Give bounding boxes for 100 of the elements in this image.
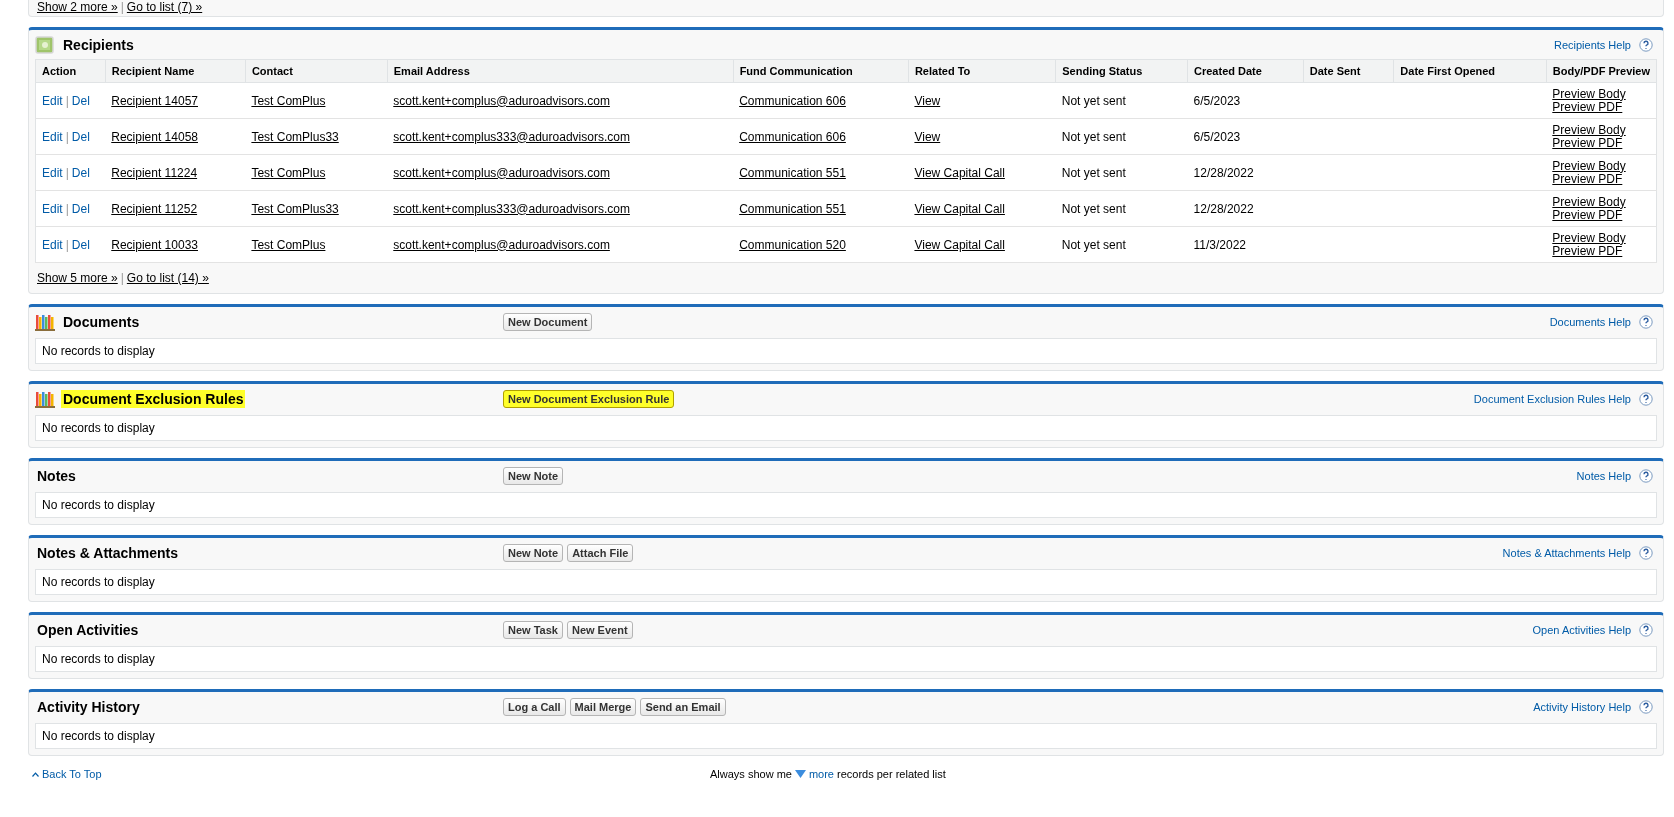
preview-body-link[interactable]: Preview Body bbox=[1552, 123, 1650, 137]
action-button[interactable]: New Note bbox=[503, 466, 564, 485]
related-link[interactable]: View Capital Call bbox=[914, 165, 1005, 180]
contact-link[interactable]: Test ComPlus33 bbox=[251, 129, 339, 144]
action-button[interactable]: Log a Call bbox=[503, 697, 566, 716]
related-link[interactable]: View bbox=[914, 93, 941, 108]
help-link[interactable]: Notes & Attachments Help bbox=[1502, 546, 1631, 559]
help-icon[interactable] bbox=[1639, 391, 1653, 406]
related-link[interactable]: View Capital Call bbox=[914, 237, 1005, 252]
edit-link[interactable]: Edit bbox=[42, 165, 63, 180]
help-icon[interactable] bbox=[1639, 37, 1653, 52]
back-to-top-link[interactable]: Back To Top bbox=[42, 768, 102, 780]
communication-link[interactable]: Communication 606 bbox=[739, 93, 846, 108]
section-title: Documents bbox=[62, 312, 141, 331]
communication-link[interactable]: Communication 551 bbox=[739, 201, 846, 216]
link-separator: | bbox=[65, 237, 69, 252]
communication-link[interactable]: Communication 520 bbox=[739, 237, 846, 252]
edit-link[interactable]: Edit bbox=[42, 129, 63, 144]
help-link[interactable]: Document Exclusion Rules Help bbox=[1473, 392, 1631, 405]
section-title: Document Exclusion Rules bbox=[61, 389, 246, 408]
recipient-link[interactable]: Recipient 14057 bbox=[111, 93, 198, 108]
more-link[interactable]: more bbox=[808, 768, 834, 780]
column-header: Action bbox=[35, 59, 106, 83]
help-icon[interactable] bbox=[1639, 545, 1653, 560]
show-more-link[interactable]: Show 5 more » bbox=[37, 271, 118, 285]
link-separator: | bbox=[120, 0, 124, 14]
date-text: 6/5/2023 bbox=[1193, 129, 1241, 144]
help-icon[interactable] bbox=[1639, 699, 1653, 714]
help-icon[interactable] bbox=[1639, 622, 1653, 637]
preview-body-link[interactable]: Preview Body bbox=[1552, 87, 1650, 101]
delete-link[interactable]: Del bbox=[71, 165, 90, 180]
link-separator: | bbox=[65, 93, 69, 108]
action-button[interactable]: Mail Merge bbox=[569, 697, 637, 716]
recipient-link[interactable]: Recipient 10033 bbox=[111, 237, 198, 252]
action-button[interactable]: New Task bbox=[503, 620, 563, 639]
action-button[interactable]: New Document Exclusion Rule bbox=[503, 389, 675, 408]
contact-link[interactable]: Test ComPlus bbox=[251, 93, 326, 108]
help-link[interactable]: Documents Help bbox=[1549, 315, 1631, 328]
email-link[interactable]: scott.kent+complus333@aduroadvisors.com bbox=[393, 201, 630, 216]
preview-pdf-link[interactable]: Preview PDF bbox=[1552, 244, 1650, 258]
related-link[interactable]: View Capital Call bbox=[914, 201, 1005, 216]
empty-message: No records to display bbox=[35, 646, 1657, 672]
edit-link[interactable]: Edit bbox=[42, 237, 63, 252]
empty-message: No records to display bbox=[35, 415, 1657, 441]
action-button[interactable]: Attach File bbox=[567, 543, 634, 562]
contact-link[interactable]: Test ComPlus bbox=[251, 237, 326, 252]
help-link[interactable]: Recipients Help bbox=[1553, 38, 1631, 51]
column-header: Date Sent bbox=[1303, 59, 1394, 83]
delete-link[interactable]: Del bbox=[71, 237, 90, 252]
action-button[interactable]: Send an Email bbox=[640, 697, 726, 716]
help-link[interactable]: Activity History Help bbox=[1533, 700, 1631, 713]
help-icon[interactable] bbox=[1639, 468, 1653, 483]
go-to-list-link[interactable]: Go to list (14) » bbox=[126, 271, 209, 285]
help-link[interactable]: Open Activities Help bbox=[1532, 623, 1631, 636]
preview-pdf-link[interactable]: Preview PDF bbox=[1552, 100, 1650, 114]
stamp-icon bbox=[35, 34, 55, 55]
edit-link[interactable]: Edit bbox=[42, 201, 63, 216]
contact-link[interactable]: Test ComPlus33 bbox=[251, 201, 339, 216]
empty-message: No records to display bbox=[35, 569, 1657, 595]
recipient-link[interactable]: Recipient 14058 bbox=[111, 129, 198, 144]
link-separator: | bbox=[65, 201, 69, 216]
help-link[interactable]: Notes Help bbox=[1576, 469, 1631, 482]
related-link[interactable]: View bbox=[914, 129, 941, 144]
recipient-link[interactable]: Recipient 11224 bbox=[111, 165, 198, 180]
action-button[interactable]: New Document bbox=[503, 312, 593, 331]
status-text: Not yet sent bbox=[1061, 93, 1126, 108]
email-link[interactable]: scott.kent+complus333@aduroadvisors.com bbox=[393, 129, 630, 144]
status-text: Not yet sent bbox=[1061, 237, 1126, 252]
recipient-link[interactable]: Recipient 11252 bbox=[111, 201, 198, 216]
delete-link[interactable]: Del bbox=[71, 93, 90, 108]
communication-link[interactable]: Communication 606 bbox=[739, 129, 846, 144]
action-button[interactable]: New Note bbox=[503, 543, 564, 562]
column-header: Fund Communication bbox=[733, 59, 909, 83]
section-title: Notes bbox=[36, 466, 77, 485]
help-icon[interactable] bbox=[1639, 314, 1653, 329]
preview-body-link[interactable]: Preview Body bbox=[1552, 231, 1650, 245]
status-text: Not yet sent bbox=[1061, 201, 1126, 216]
caret-down-icon[interactable] bbox=[794, 770, 806, 778]
preview-pdf-link[interactable]: Preview PDF bbox=[1552, 136, 1650, 150]
preview-pdf-link[interactable]: Preview PDF bbox=[1552, 208, 1650, 222]
delete-link[interactable]: Del bbox=[71, 201, 90, 216]
go-to-list-link[interactable]: Go to list (7) » bbox=[126, 0, 203, 14]
preview-pdf-link[interactable]: Preview PDF bbox=[1552, 172, 1650, 186]
empty-message: No records to display bbox=[35, 723, 1657, 749]
column-header: Sending Status bbox=[1055, 59, 1188, 83]
edit-link[interactable]: Edit bbox=[42, 93, 63, 108]
preview-body-link[interactable]: Preview Body bbox=[1552, 159, 1650, 173]
delete-link[interactable]: Del bbox=[71, 129, 90, 144]
preview-body-link[interactable]: Preview Body bbox=[1552, 195, 1650, 209]
section-title: Activity History bbox=[36, 697, 141, 716]
contact-link[interactable]: Test ComPlus bbox=[251, 165, 326, 180]
date-text: 6/5/2023 bbox=[1193, 93, 1241, 108]
section-title: Recipients bbox=[62, 35, 135, 54]
show-more-link[interactable]: Show 2 more » bbox=[37, 0, 118, 14]
email-link[interactable]: scott.kent+complus@aduroadvisors.com bbox=[393, 237, 610, 252]
communication-link[interactable]: Communication 551 bbox=[739, 165, 846, 180]
footer-text: records per related list bbox=[837, 768, 946, 780]
email-link[interactable]: scott.kent+complus@aduroadvisors.com bbox=[393, 93, 610, 108]
action-button[interactable]: New Event bbox=[566, 620, 633, 639]
email-link[interactable]: scott.kent+complus@aduroadvisors.com bbox=[393, 165, 610, 180]
